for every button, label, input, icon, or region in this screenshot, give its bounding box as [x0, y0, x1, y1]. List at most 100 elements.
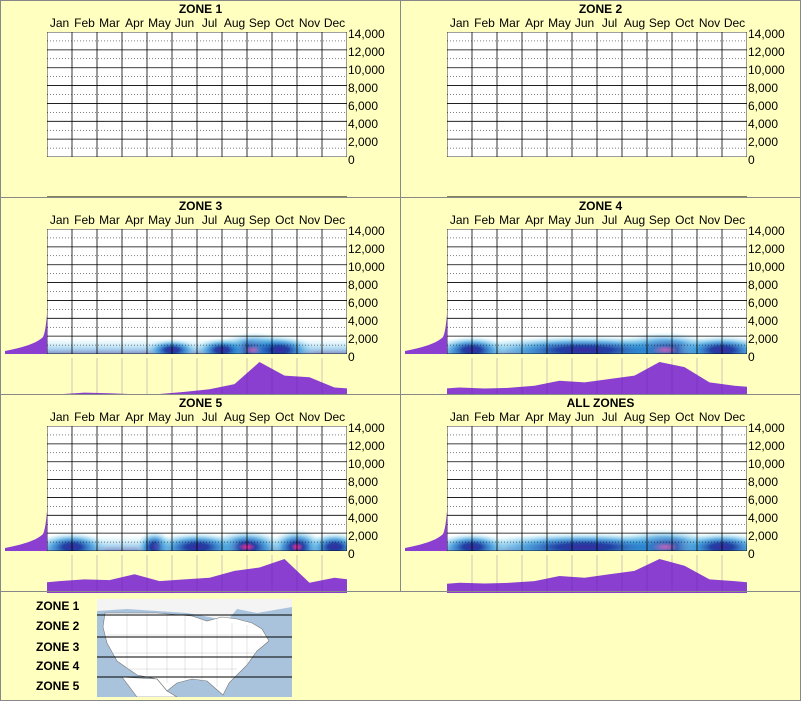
us-zone-map: [97, 599, 292, 697]
y-tick-label: 14,000: [748, 27, 785, 41]
month-label: Dec: [723, 213, 746, 227]
y-tick-label: 2,000: [348, 332, 379, 346]
month-label: Jun: [174, 213, 195, 227]
month-label: Aug: [623, 410, 646, 424]
month-label: Nov: [298, 16, 321, 30]
month-label: Oct: [675, 16, 694, 30]
month-label: Jun: [174, 16, 195, 30]
y-tick-label: 0: [748, 153, 755, 167]
y-tick-label: 6,000: [348, 493, 379, 507]
month-label: Mar: [99, 16, 120, 30]
y-tick-label: 8,000: [348, 278, 379, 292]
month-label: Jan: [449, 410, 470, 424]
month-label: Sep: [248, 16, 271, 30]
month-label: Oct: [275, 410, 294, 424]
chart-panel-2: ZONE 2 Jan Feb Mar Apr May Jun Jul Aug Sep Oct Nov D…: [400, 0, 801, 198]
y-tick-label: 4,000: [748, 314, 779, 328]
heatmap-plot: [447, 32, 747, 157]
y-tick-label: 14,000: [348, 27, 385, 41]
y-tick-label: 10,000: [348, 63, 385, 77]
monthly-histogram: [47, 358, 347, 396]
y-tick-label: 2,000: [348, 135, 379, 149]
month-label: Jun: [574, 16, 595, 30]
y-tick-label: 10,000: [748, 457, 785, 471]
heatmap-plot: [47, 32, 347, 157]
month-label: Jan: [49, 213, 70, 227]
chart-panel-3: ZONE 3 Jan Feb Mar Apr May Jun Jul Aug Sep Oct Nov D…: [0, 197, 401, 396]
zone-legend: ZONE 1 ZONE 2 ZONE 3 ZONE 4 ZONE 5: [0, 591, 801, 701]
heatmap-plot: [447, 229, 747, 354]
month-label: Aug: [223, 410, 246, 424]
elevation-histogram: [405, 511, 447, 551]
legend-zone-4-label: ZONE 4: [36, 659, 80, 673]
month-label: Dec: [323, 213, 346, 227]
month-label: Sep: [248, 410, 271, 424]
legend-zone-5-label: ZONE 5: [36, 679, 80, 693]
y-tick-label: 12,000: [748, 439, 785, 453]
y-tick-label: 14,000: [748, 224, 785, 238]
y-tick-label: 12,000: [348, 439, 385, 453]
month-label: Sep: [248, 213, 271, 227]
y-tick-label: 4,000: [348, 314, 379, 328]
legend-zone-2-label: ZONE 2: [36, 619, 80, 633]
month-label: Jun: [574, 213, 595, 227]
month-label: Nov: [298, 410, 321, 424]
month-label: Jul: [201, 213, 218, 227]
y-tick-label: 4,000: [748, 511, 779, 525]
month-label: Sep: [648, 16, 671, 30]
y-tick-label: 8,000: [748, 475, 779, 489]
y-tick-label: 0: [348, 350, 355, 364]
month-label: Jul: [601, 16, 618, 30]
monthly-histogram: [447, 358, 747, 396]
y-axis-labels: 14,000 12,000 10,000 8,000 6,000 4,000 2,000 0: [748, 224, 801, 364]
month-label: Feb: [74, 410, 95, 424]
month-label: Jul: [201, 410, 218, 424]
month-label: Dec: [723, 410, 746, 424]
month-labels: Jan Feb Mar Apr May Jun Jul Aug Sep Oct Nov Dec: [447, 16, 747, 30]
month-label: Apr: [525, 213, 544, 227]
heatmap-plot: [447, 426, 747, 551]
month-label: Feb: [474, 16, 495, 30]
elevation-histogram-area: [5, 314, 47, 354]
month-labels: Jan Feb Mar Apr May Jun Jul Aug Sep Oct Nov Dec: [447, 213, 747, 227]
month-label: Mar: [499, 16, 520, 30]
month-label: Aug: [223, 213, 246, 227]
legend-zone-1-label: ZONE 1: [36, 599, 80, 613]
month-label: May: [548, 410, 571, 424]
month-label: Jul: [201, 16, 218, 30]
monthly-histogram: [47, 196, 347, 198]
month-label: Aug: [623, 16, 646, 30]
y-tick-label: 6,000: [348, 296, 379, 310]
heatmap-plot: [47, 426, 347, 551]
month-label: Sep: [648, 213, 671, 227]
month-label: Sep: [648, 410, 671, 424]
month-label: Jan: [449, 213, 470, 227]
month-label: Jan: [49, 410, 70, 424]
elevation-histogram: [405, 314, 447, 354]
y-tick-label: 14,000: [348, 421, 385, 435]
y-tick-label: 8,000: [748, 278, 779, 292]
y-tick-label: 6,000: [348, 99, 379, 113]
chart-panel-5: ZONE 5 Jan Feb Mar Apr May Jun Jul Aug Sep Oct Nov D…: [0, 394, 401, 593]
monthly-histogram: [447, 555, 747, 593]
elevation-histogram-area: [405, 511, 447, 551]
chart-panel-4: ZONE 4 Jan Feb Mar Apr May Jun Jul Aug Sep Oct Nov D…: [400, 197, 801, 396]
y-tick-label: 0: [348, 153, 355, 167]
chart-panel-6: ALL ZONES Jan Feb Mar Apr May Jun Jul Aug Sep Oct N…: [400, 394, 801, 593]
y-tick-label: 12,000: [348, 242, 385, 256]
chart-title: ZONE 1: [178, 2, 223, 16]
y-tick-label: 2,000: [348, 529, 379, 543]
y-tick-label: 6,000: [748, 493, 779, 507]
y-axis-labels: 14,000 12,000 10,000 8,000 6,000 4,000 2,000 0: [348, 27, 403, 167]
y-tick-label: 2,000: [748, 135, 779, 149]
month-label: Jun: [574, 410, 595, 424]
month-label: Dec: [723, 16, 746, 30]
month-label: Apr: [125, 410, 144, 424]
y-tick-label: 8,000: [348, 81, 379, 95]
elevation-histogram-area: [405, 314, 447, 354]
month-label: Jan: [49, 16, 70, 30]
month-label: Mar: [499, 213, 520, 227]
month-labels: Jan Feb Mar Apr May Jun Jul Aug Sep Oct Nov Dec: [447, 410, 747, 424]
month-label: May: [148, 410, 171, 424]
month-labels: Jan Feb Mar Apr May Jun Jul Aug Sep Oct Nov Dec: [47, 410, 347, 424]
